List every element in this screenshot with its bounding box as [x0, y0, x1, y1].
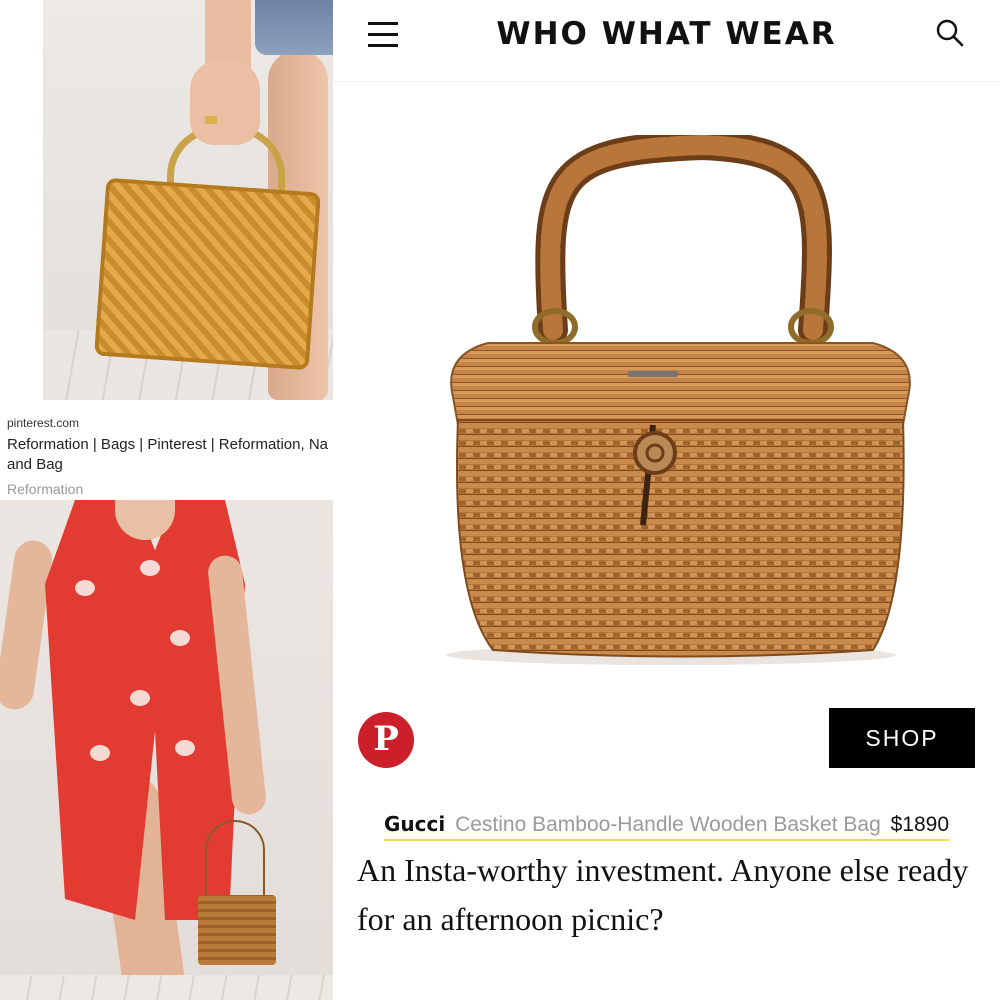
dress-flower [140, 560, 160, 576]
product-price: $1890 [890, 813, 950, 836]
pinterest-icon: P [373, 719, 399, 759]
pinterest-result-panel: pinterest.com Reformation | Bags | Pinte… [0, 0, 333, 1000]
article-caption: An Insta-worthy investment. Anyone else … [357, 852, 969, 937]
site-header: WHO WHAT WEAR [333, 0, 1000, 82]
product-image-wicker-basket-bag[interactable] [403, 129, 943, 675]
search-icon[interactable] [935, 18, 965, 48]
photo-margin [0, 0, 43, 400]
product-credit[interactable]: Gucci Cestino Bamboo-Handle Wooden Baske… [383, 812, 950, 841]
reformation-bag-photo[interactable] [0, 0, 333, 400]
dress-flower [130, 690, 150, 706]
basket-handle [205, 820, 265, 900]
product-brand: Gucci [383, 812, 446, 836]
pin-title-link[interactable]: Reformation | Bags | Pinterest | Reforma… [7, 435, 333, 475]
pinterest-save-button[interactable]: P [358, 712, 414, 768]
rattan-basket-bag [198, 895, 276, 965]
product-credit-link[interactable]: Gucci Cestino Bamboo-Handle Wooden Baske… [333, 812, 1000, 841]
model-ring [205, 116, 217, 124]
dress-flower [170, 630, 190, 646]
dress-flower [75, 580, 95, 596]
product-name: Cestino Bamboo-Handle Wooden Basket Bag [455, 813, 881, 836]
dress-flower [90, 745, 110, 761]
site-logo[interactable]: WHO WHAT WEAR [433, 16, 900, 52]
wicker-box-bag [94, 177, 321, 371]
photo-floor [0, 975, 333, 1000]
model-denim-shorts [255, 0, 333, 55]
pin-brand: Reformation [7, 481, 84, 497]
whowhatwear-article: WHO WHAT WEAR P SHOP Gucci Cestino Bambo… [333, 0, 1000, 1000]
hamburger-menu-icon[interactable] [368, 22, 398, 48]
shop-button[interactable]: SHOP [829, 708, 975, 768]
dress-flower [175, 740, 195, 756]
pin-source: pinterest.com [7, 416, 80, 430]
model-hand [190, 60, 260, 145]
